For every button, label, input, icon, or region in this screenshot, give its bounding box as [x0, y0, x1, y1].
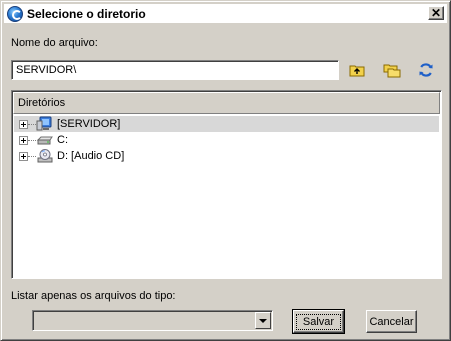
file-type-value: [35, 313, 254, 328]
tree-item-c[interactable]: C:: [14, 132, 439, 148]
tree-column-header[interactable]: Diretórios: [13, 92, 440, 114]
chevron-down-icon: [259, 318, 267, 323]
close-button[interactable]: ✕: [428, 6, 444, 20]
new-folder-icon: [383, 64, 401, 77]
app-icon: [7, 5, 23, 22]
cd-drive-icon: [36, 148, 54, 164]
tree-item-label: [SERVIDOR]: [57, 118, 121, 130]
tree-item-servidor[interactable]: [SERVIDOR]: [14, 116, 439, 132]
cancel-button[interactable]: Cancelar: [366, 310, 417, 333]
tree-item-label: C:: [57, 134, 68, 146]
expand-icon[interactable]: [19, 135, 28, 145]
dropdown-button[interactable]: [255, 312, 271, 329]
tree-connector: [28, 155, 36, 157]
tree-item-label: D: [Audio CD]: [57, 150, 125, 162]
save-button[interactable]: Salvar: [292, 309, 345, 334]
new-folder-button[interactable]: [381, 59, 403, 81]
refresh-button[interactable]: [415, 59, 437, 81]
save-button-label: Salvar: [295, 313, 342, 330]
expand-icon[interactable]: [19, 151, 28, 161]
folder-up-button[interactable]: [346, 59, 368, 81]
expand-icon[interactable]: [19, 119, 28, 129]
file-type-select[interactable]: [32, 310, 273, 331]
cancel-button-label: Cancelar: [369, 315, 414, 328]
filename-label: Nome do arquivo:: [11, 37, 98, 49]
close-icon: ✕: [430, 6, 442, 20]
directory-tree[interactable]: Diretórios [SERVIDOR] C: D: [Audio CD]: [11, 90, 442, 279]
network-computer-icon: [36, 116, 54, 132]
filename-input[interactable]: [11, 60, 339, 80]
folder-up-icon: [349, 65, 365, 77]
filter-label: Listar apenas os arquivos do tipo:: [11, 290, 176, 302]
dialog-window: Selecione o diretorio ✕ Nome do arquivo:…: [0, 0, 451, 341]
hard-drive-icon: [36, 132, 54, 148]
window-title: Selecione o diretorio: [27, 6, 146, 21]
tree-item-d[interactable]: D: [Audio CD]: [14, 148, 439, 164]
title-bar[interactable]: Selecione o diretorio ✕: [4, 4, 447, 23]
tree-connector: [28, 123, 36, 125]
tree-connector: [28, 139, 36, 141]
refresh-icon: [419, 63, 433, 77]
